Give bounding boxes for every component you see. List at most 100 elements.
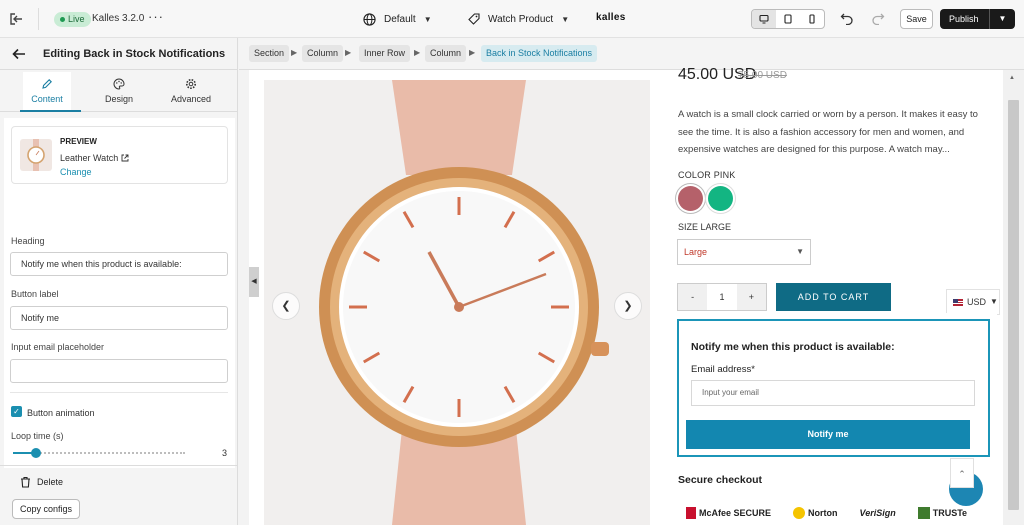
- truste-badge: TRUSTe: [917, 506, 968, 519]
- button-animation-checkbox[interactable]: ✓: [11, 406, 22, 417]
- email-field[interactable]: Input your email: [691, 380, 975, 406]
- change-product-link[interactable]: Change: [60, 167, 92, 177]
- breadcrumb-column-2[interactable]: Column: [425, 45, 467, 62]
- template-value: Watch Product: [488, 13, 554, 25]
- chevron-down-icon[interactable]: ▼: [989, 9, 1015, 29]
- chevron-down-icon: ▼: [796, 247, 804, 256]
- badge-label: McAfee SECURE: [699, 507, 772, 518]
- currency-selector[interactable]: USD ▼: [946, 289, 1000, 315]
- chevron-down-icon: ▼: [561, 14, 570, 24]
- tab-design[interactable]: Design: [98, 72, 140, 111]
- language-value: Default: [384, 13, 416, 25]
- loop-time-label: Loop time (s): [11, 431, 64, 441]
- badge-label: TRUSTe: [932, 507, 968, 518]
- email-label: Email address*: [691, 364, 755, 375]
- scrollbar-thumb[interactable]: [1008, 100, 1019, 510]
- product-description: A watch is a small clock carried or worn…: [678, 109, 978, 155]
- more-icon[interactable]: ···: [148, 9, 164, 24]
- back-in-stock-form[interactable]: Notify me when this product is available…: [677, 319, 990, 457]
- settings-sidebar: Editing Back in Stock Notifications Cont…: [0, 38, 238, 525]
- palette-icon: [113, 78, 125, 90]
- brand-logo: kalles: [596, 12, 626, 23]
- live-badge: Live: [54, 12, 91, 27]
- button-label-input[interactable]: Notify me: [10, 306, 228, 330]
- tablet-view-button[interactable]: [776, 10, 800, 28]
- norton-badge: Norton: [793, 506, 838, 519]
- breadcrumb-inner-row[interactable]: Inner Row: [359, 45, 411, 62]
- button-animation-label: Button animation: [27, 408, 95, 418]
- preview-label: PREVIEW: [60, 137, 97, 146]
- chevron-right-icon: ▶: [291, 48, 298, 57]
- us-flag-icon: [953, 298, 963, 306]
- delete-button[interactable]: Delete: [20, 476, 63, 488]
- add-to-cart-button[interactable]: ADD TO CART: [776, 283, 891, 311]
- redo-icon[interactable]: [871, 11, 885, 28]
- save-button[interactable]: Save: [900, 9, 933, 29]
- qty-value[interactable]: 1: [707, 284, 736, 310]
- color-label: COLOR PINK: [678, 170, 736, 180]
- chevron-down-icon: ▼: [423, 14, 432, 24]
- publish-label: Publish: [949, 14, 979, 24]
- mcafee-badge: McAfee SECURE: [686, 506, 772, 519]
- gallery-next-button[interactable]: ❯: [614, 292, 642, 320]
- tag-icon: [468, 13, 480, 25]
- breadcrumb-column[interactable]: Column: [302, 45, 344, 62]
- tab-content[interactable]: Content: [20, 72, 81, 112]
- product-preview-card: PREVIEW Leather Watch Change: [11, 126, 228, 184]
- tab-advanced[interactable]: Advanced: [166, 72, 216, 111]
- badge-label: Norton: [808, 507, 838, 518]
- exit-icon[interactable]: [8, 10, 26, 28]
- loop-time-slider-thumb[interactable]: [31, 448, 41, 458]
- notify-me-button[interactable]: Notify me: [686, 420, 970, 449]
- divider: [10, 392, 228, 393]
- swatch-green[interactable]: [708, 186, 733, 211]
- copy-configs-button[interactable]: Copy configs: [12, 499, 81, 519]
- publish-button[interactable]: Publish ▼: [940, 9, 1015, 29]
- scrollbar[interactable]: ▲: [1003, 70, 1024, 525]
- secure-checkout-title: Secure checkout: [678, 474, 763, 486]
- size-value: Large: [684, 247, 708, 257]
- globe-icon: [363, 12, 376, 26]
- sidebar-header: Editing Back in Stock Notifications: [0, 38, 238, 70]
- template-selector[interactable]: Watch Product ▼: [468, 11, 569, 27]
- divider: [0, 465, 238, 466]
- currency-value: USD: [967, 297, 987, 307]
- tab-label: Content: [31, 94, 63, 104]
- swatch-pink[interactable]: [678, 186, 703, 211]
- verisign-badge: VeriSign: [860, 508, 896, 518]
- mobile-view-button[interactable]: [800, 10, 824, 28]
- size-label: SIZE LARGE: [678, 222, 732, 232]
- tab-label: Advanced: [170, 94, 212, 104]
- language-selector[interactable]: Default ▼: [363, 11, 432, 27]
- button-label-field-label: Button label: [11, 289, 59, 299]
- top-bar: Live Kalles 3.2.0 ··· Default ▼ Watch Pr…: [0, 0, 1024, 38]
- undo-icon[interactable]: [840, 11, 854, 28]
- breadcrumb-section[interactable]: Section: [249, 45, 290, 62]
- breadcrumb-current[interactable]: Back in Stock Notifications: [481, 45, 598, 62]
- qty-plus-button[interactable]: +: [736, 284, 766, 310]
- topbar-divider: [38, 8, 39, 30]
- qty-minus-button[interactable]: -: [678, 284, 708, 310]
- content-settings-panel: PREVIEW Leather Watch Change Heading Not…: [4, 118, 235, 468]
- product-image: [264, 80, 650, 525]
- preview-product-name[interactable]: Leather Watch: [60, 153, 129, 163]
- trust-badges: McAfee SECURE Norton VeriSign TRUSTe: [686, 500, 967, 525]
- back-arrow-icon[interactable]: [10, 45, 32, 63]
- delete-label: Delete: [37, 477, 64, 487]
- collapse-sidebar-handle[interactable]: ◀: [249, 267, 259, 297]
- device-switcher: [751, 9, 825, 29]
- scroll-top-button[interactable]: ⌃: [950, 458, 974, 488]
- pencil-icon: [42, 79, 52, 89]
- scroll-up-arrow-icon[interactable]: ▲: [1009, 75, 1015, 81]
- desktop-view-button[interactable]: [752, 10, 776, 28]
- size-select[interactable]: Large ▼: [677, 239, 811, 265]
- badge-label: VeriSign: [859, 507, 896, 518]
- placeholder-input[interactable]: [10, 359, 228, 383]
- gear-icon: [186, 79, 196, 89]
- notify-block-highlight: Notify me when this product is available…: [671, 313, 997, 463]
- trash-icon: [21, 476, 30, 488]
- app-version: Kalles 3.2.0: [92, 13, 145, 24]
- heading-input[interactable]: Notify me when this product is available…: [10, 252, 228, 276]
- gallery-prev-button[interactable]: ❮: [272, 292, 300, 320]
- external-link-icon[interactable]: [121, 154, 129, 162]
